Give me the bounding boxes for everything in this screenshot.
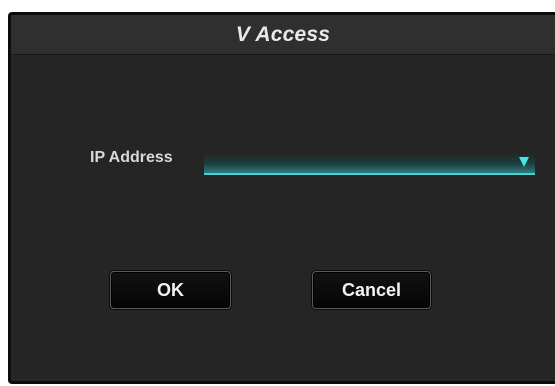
- cancel-button[interactable]: Cancel: [312, 271, 431, 309]
- dialog-titlebar: V Access: [11, 15, 555, 55]
- v-access-dialog: V Access IP Address OK Cancel: [8, 12, 555, 384]
- dialog-title: V Access: [235, 22, 331, 46]
- ip-address-dropdown[interactable]: [204, 153, 535, 175]
- ip-address-label: IP Address: [90, 149, 173, 166]
- ok-button[interactable]: OK: [110, 271, 231, 309]
- dropdown-triangle-icon[interactable]: [519, 157, 529, 167]
